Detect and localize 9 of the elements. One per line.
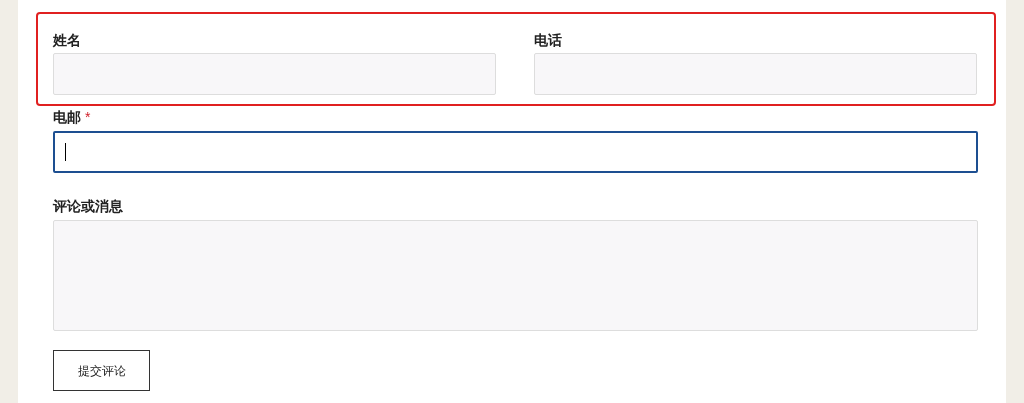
text-cursor-icon — [65, 143, 66, 161]
required-mark: * — [85, 109, 91, 126]
field-label: 姓名 — [53, 32, 82, 49]
field-label: 电邮 — [53, 109, 81, 126]
field-label: 电话 — [534, 32, 563, 49]
field-label: 评论或消息 — [53, 198, 124, 215]
message-field[interactable] — [53, 220, 978, 331]
input-field[interactable] — [53, 131, 978, 173]
submit-button[interactable]: 提交评论 — [53, 350, 150, 391]
